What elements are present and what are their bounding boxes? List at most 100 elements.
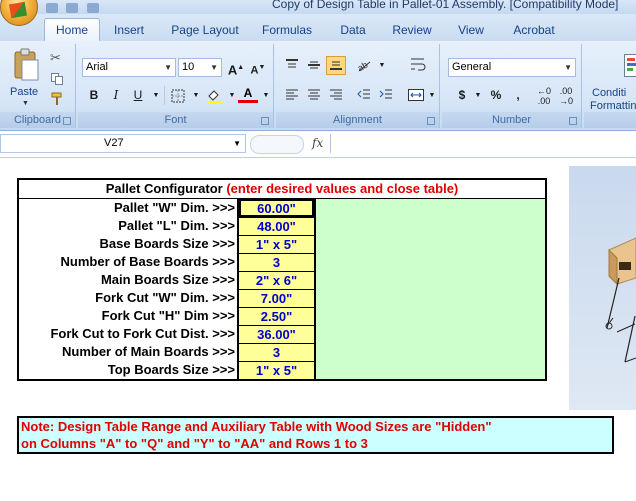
bold-icon[interactable]: B [84, 86, 104, 105]
value-cell-number-main-boards[interactable]: 3 [239, 343, 314, 361]
font-color-icon[interactable]: A [238, 86, 258, 103]
font-launcher-icon[interactable] [261, 117, 269, 125]
font-color-dropdown-icon[interactable]: ▼ [256, 86, 276, 105]
tab-formulas[interactable]: Formulas [257, 20, 317, 40]
font-group: Arial ▼ 10 ▼ A▲ A▼ B I U ▼ ▼ ▼ A ▼ Font [78, 44, 274, 128]
font-name-combo[interactable]: Arial ▼ [82, 58, 176, 77]
insert-function-icon[interactable]: fx [312, 136, 323, 150]
italic-icon[interactable]: I [106, 86, 126, 105]
value-cell-base-boards-size[interactable]: 1" x 5" [239, 235, 314, 253]
office-logo-icon [8, 1, 28, 19]
row-label-main-boards-size: Main Boards Size >>> [100, 272, 235, 287]
worksheet[interactable]: Pallet Configurator (enter desired value… [0, 158, 636, 501]
borders-dropdown-icon[interactable]: ▼ [186, 86, 206, 105]
name-box[interactable]: V27 ▼ [0, 134, 246, 153]
value-cell-fork-cut-distance[interactable]: 36.00" [239, 325, 314, 343]
comma-style-icon[interactable]: , [508, 86, 528, 105]
align-center-icon[interactable] [304, 86, 324, 105]
formula-input[interactable] [330, 134, 636, 153]
quick-access-toolbar [46, 0, 103, 13]
fill-color-icon[interactable] [204, 86, 224, 105]
align-middle-icon[interactable] [304, 56, 324, 75]
font-name-value: Arial [86, 61, 109, 73]
font-group-label: Font [78, 112, 273, 128]
paste-button-label[interactable]: Paste [10, 86, 38, 98]
shrink-font-icon[interactable]: A▼ [248, 58, 268, 77]
wrap-text-icon[interactable] [408, 54, 428, 73]
clipboard-group: Paste ▼ ✂ Clipboard [0, 44, 76, 128]
increase-decimal-icon[interactable]: ←0.00 [534, 86, 554, 106]
number-format-value: General [452, 61, 492, 73]
underline-icon[interactable]: U [128, 86, 148, 105]
number-format-combo[interactable]: General ▼ [448, 58, 576, 77]
formula-bar-handle[interactable] [250, 135, 304, 154]
conditional-formatting-label-2[interactable]: Formattin [590, 100, 636, 112]
chevron-down-icon: ▼ [564, 63, 572, 72]
conditional-formatting-label-1[interactable]: Conditi [592, 87, 626, 99]
cut-icon[interactable]: ✂ [50, 50, 61, 66]
svg-text:ab: ab [356, 60, 369, 72]
green-fill-area[interactable] [316, 199, 545, 379]
configurator-title-instruction: (enter desired values and close table) [226, 181, 459, 196]
format-painter-icon[interactable] [51, 92, 65, 106]
row-label-fork-cut-w: Fork Cut "W" Dim. >>> [95, 290, 235, 305]
pallet-model-image[interactable] [569, 166, 636, 410]
paste-dropdown-icon[interactable]: ▼ [22, 100, 29, 107]
orientation-dropdown-icon[interactable]: ▼ [372, 56, 392, 75]
formula-bar: V27 ▼ fx [0, 131, 636, 158]
underline-dropdown-icon[interactable]: ▼ [146, 86, 166, 105]
align-right-icon[interactable] [326, 86, 346, 105]
tab-home[interactable]: Home [44, 18, 100, 42]
value-cell-pallet-l[interactable]: 48.00" [239, 217, 314, 235]
alignment-group: ab ▼ ▼ Alignment [276, 44, 440, 128]
row-label-base-boards-size: Base Boards Size >>> [99, 236, 236, 251]
tab-data[interactable]: Data [334, 20, 372, 40]
pallet-render-icon [605, 237, 636, 363]
decrease-indent-icon[interactable] [354, 86, 374, 105]
configurator-title-main: Pallet Configurator [105, 181, 227, 196]
copy-icon[interactable] [51, 72, 63, 85]
conditional-formatting-icon[interactable] [624, 52, 636, 78]
undo-icon[interactable] [66, 3, 79, 13]
percent-icon[interactable]: % [486, 86, 506, 105]
number-launcher-icon[interactable] [569, 117, 577, 125]
chevron-down-icon: ▼ [164, 63, 172, 72]
paste-icon[interactable] [12, 48, 40, 82]
increase-indent-icon[interactable] [376, 86, 396, 105]
chevron-down-icon: ▼ [210, 63, 218, 72]
value-cell-main-boards-size[interactable]: 2" x 6" [239, 271, 314, 289]
merge-dropdown-icon[interactable]: ▼ [422, 86, 442, 105]
align-left-icon[interactable] [282, 86, 302, 105]
pallet-configurator-table: Pallet Configurator (enter desired value… [17, 178, 547, 381]
orientation-icon[interactable]: ab [354, 56, 374, 75]
alignment-launcher-icon[interactable] [427, 117, 435, 125]
tab-review[interactable]: Review [387, 20, 437, 40]
borders-icon[interactable] [168, 86, 188, 105]
number-group: General ▼ $ ▼ % , ←0.00 .00 →0 Number [442, 44, 582, 128]
styles-group-label [584, 112, 636, 128]
value-cell-fork-cut-w[interactable]: 7.00" [239, 289, 314, 307]
value-cell-number-base-boards[interactable]: 3 [239, 253, 314, 271]
decrease-decimal-icon[interactable]: .00 →0 [556, 86, 576, 106]
tab-acrobat[interactable]: Acrobat [507, 20, 561, 40]
tab-insert[interactable]: Insert [104, 20, 154, 40]
clipboard-launcher-icon[interactable] [63, 117, 71, 125]
redo-icon[interactable] [86, 3, 99, 13]
font-size-combo[interactable]: 10 ▼ [178, 58, 222, 77]
tab-page-layout[interactable]: Page Layout [166, 20, 244, 40]
value-cell-top-boards-size[interactable]: 1" x 5" [239, 361, 314, 379]
save-icon[interactable] [46, 3, 58, 13]
window-title: Copy of Design Table in Pallet-01 Assemb… [272, 0, 619, 11]
styles-group: Conditi Formattin [584, 44, 636, 128]
align-top-icon[interactable] [282, 56, 302, 75]
grow-font-icon[interactable]: A▲ [226, 58, 246, 77]
value-column-right-border [314, 199, 316, 379]
row-label-top-boards-size: Top Boards Size >>> [107, 362, 235, 377]
font-size-value: 10 [182, 61, 195, 73]
align-bottom-icon[interactable] [326, 56, 346, 75]
note-line-2: on Columns "A" to "Q" and "Y" to "AA" an… [21, 436, 368, 451]
tab-view[interactable]: View [452, 20, 490, 40]
currency-dropdown-icon[interactable]: ▼ [468, 86, 488, 105]
value-cell-pallet-w[interactable]: 60.00" [239, 199, 314, 217]
value-cell-fork-cut-h[interactable]: 2.50" [239, 307, 314, 325]
